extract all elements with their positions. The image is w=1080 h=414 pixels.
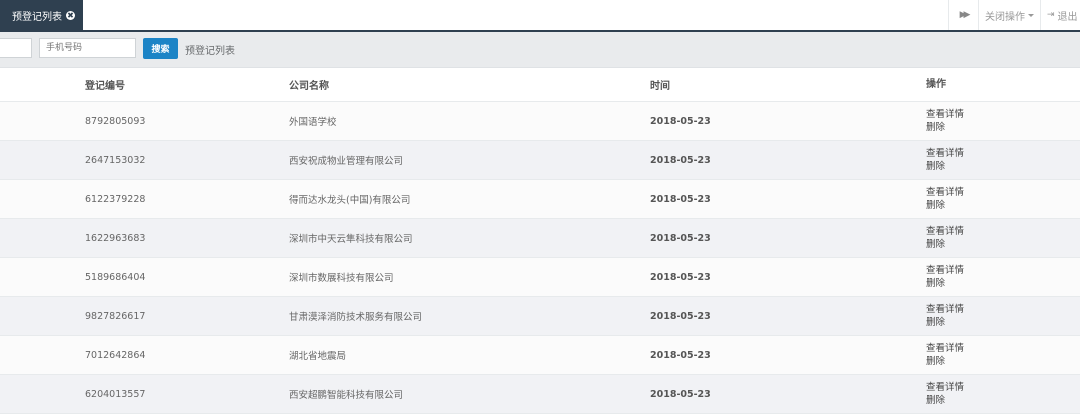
registration-time: 2018-05-23 (650, 271, 711, 283)
company-name: 外国语学校 (289, 117, 337, 128)
table-row: 2647153032 西安祝成物业管理有限公司 2018-05-23 查看详情 … (0, 141, 1080, 180)
company-name: 湖北省地震局 (289, 351, 347, 362)
tab-label: 预登记列表 (12, 11, 62, 23)
tab-actions: ▶▶ 关闭操作 ⇥ 退出 (948, 0, 1080, 30)
close-icon[interactable]: ✖ (66, 10, 75, 20)
breadcrumb: 预登记列表 (185, 46, 235, 57)
delete-link[interactable]: 删除 (926, 121, 945, 134)
delete-link[interactable]: 删除 (926, 160, 945, 173)
table-row: 5189686404 深圳市数展科技有限公司 2018-05-23 查看详情 删… (0, 258, 1080, 297)
view-details-link[interactable]: 查看详情 (926, 264, 964, 277)
tab-bar: 预登记列表 ✖ ▶▶ 关闭操作 ⇥ 退出 (0, 0, 1080, 32)
registration-time: 2018-05-23 (650, 154, 711, 166)
registration-id: 6122379228 (85, 193, 146, 205)
company-name: 深圳市中天云隼科技有限公司 (289, 234, 413, 245)
delete-link[interactable]: 删除 (926, 238, 945, 251)
registration-id: 8792805093 (85, 115, 146, 127)
row-operations: 查看详情 删除 (926, 180, 964, 218)
view-details-link[interactable]: 查看详情 (926, 303, 964, 316)
registration-time: 2018-05-23 (650, 310, 711, 322)
delete-link[interactable]: 删除 (926, 355, 945, 368)
registration-id: 7012642864 (85, 349, 146, 361)
registration-table: 登记编号 公司名称 时间 操作 8792805093 外国语学校 2018-05… (0, 68, 1080, 414)
header-operations: 操作 (926, 79, 946, 90)
search-toolbar: 搜索 预登记列表 (0, 32, 1080, 68)
delete-link[interactable]: 删除 (926, 199, 945, 212)
table-row: 6204013557 西安超鹏智能科技有限公司 2018-05-23 查看详情 … (0, 375, 1080, 414)
row-operations: 查看详情 删除 (926, 219, 964, 257)
view-details-link[interactable]: 查看详情 (926, 147, 964, 160)
view-details-link[interactable]: 查看详情 (926, 381, 964, 394)
close-operations-label: 关闭操作 (985, 11, 1025, 23)
row-operations: 查看详情 删除 (926, 375, 964, 413)
row-operations: 查看详情 删除 (926, 141, 964, 179)
company-name: 西安超鹏智能科技有限公司 (289, 390, 404, 401)
scroll-tabs-forward-button[interactable]: ▶▶ (948, 0, 978, 30)
company-name: 甘肃漠泽消防技术服务有限公司 (289, 312, 423, 323)
registration-time: 2018-05-23 (650, 388, 711, 400)
table-row: 9827826617 甘肃漠泽消防技术服务有限公司 2018-05-23 查看详… (0, 297, 1080, 336)
header-time: 时间 (650, 81, 670, 92)
delete-link[interactable]: 删除 (926, 316, 945, 329)
view-details-link[interactable]: 查看详情 (926, 108, 964, 121)
registration-id: 1622963683 (85, 232, 146, 244)
table-row: 6122379228 得而达水龙头(中国)有限公司 2018-05-23 查看详… (0, 180, 1080, 219)
delete-link[interactable]: 删除 (926, 394, 945, 407)
phone-number-input[interactable] (39, 38, 136, 58)
close-operations-dropdown[interactable]: 关闭操作 (978, 0, 1040, 30)
row-operations: 查看详情 删除 (926, 258, 964, 296)
table-header: 登记编号 公司名称 时间 操作 (0, 68, 1080, 102)
registration-id: 5189686404 (85, 271, 146, 283)
table-row: 7012642864 湖北省地震局 2018-05-23 查看详情 删除 (0, 336, 1080, 375)
registration-time: 2018-05-23 (650, 232, 711, 244)
view-details-link[interactable]: 查看详情 (926, 186, 964, 199)
search-button[interactable]: 搜索 (143, 38, 178, 59)
header-registration-id: 登记编号 (85, 81, 125, 92)
logout-button[interactable]: ⇥ 退出 (1040, 0, 1080, 30)
search-input[interactable] (0, 38, 32, 58)
forward-icon: ▶▶ (959, 10, 971, 20)
company-name: 深圳市数展科技有限公司 (289, 273, 394, 284)
row-operations: 查看详情 删除 (926, 336, 964, 374)
delete-link[interactable]: 删除 (926, 277, 945, 290)
registration-time: 2018-05-23 (650, 193, 711, 205)
logout-icon: ⇥ (1047, 10, 1055, 20)
registration-id: 2647153032 (85, 154, 146, 166)
table-row: 1622963683 深圳市中天云隼科技有限公司 2018-05-23 查看详情… (0, 219, 1080, 258)
company-name: 得而达水龙头(中国)有限公司 (289, 195, 411, 206)
caret-down-icon (1028, 13, 1034, 17)
header-company-name: 公司名称 (289, 81, 329, 92)
row-operations: 查看详情 删除 (926, 102, 964, 140)
row-operations: 查看详情 删除 (926, 297, 964, 335)
registration-id: 6204013557 (85, 388, 146, 400)
logout-label: 退出 (1057, 11, 1078, 23)
tab-pre-registration-list[interactable]: 预登记列表 ✖ (0, 0, 83, 30)
registration-time: 2018-05-23 (650, 115, 711, 127)
registration-time: 2018-05-23 (650, 349, 711, 361)
view-details-link[interactable]: 查看详情 (926, 225, 964, 238)
registration-id: 9827826617 (85, 310, 146, 322)
view-details-link[interactable]: 查看详情 (926, 342, 964, 355)
table-row: 8792805093 外国语学校 2018-05-23 查看详情 删除 (0, 102, 1080, 141)
company-name: 西安祝成物业管理有限公司 (289, 156, 404, 167)
